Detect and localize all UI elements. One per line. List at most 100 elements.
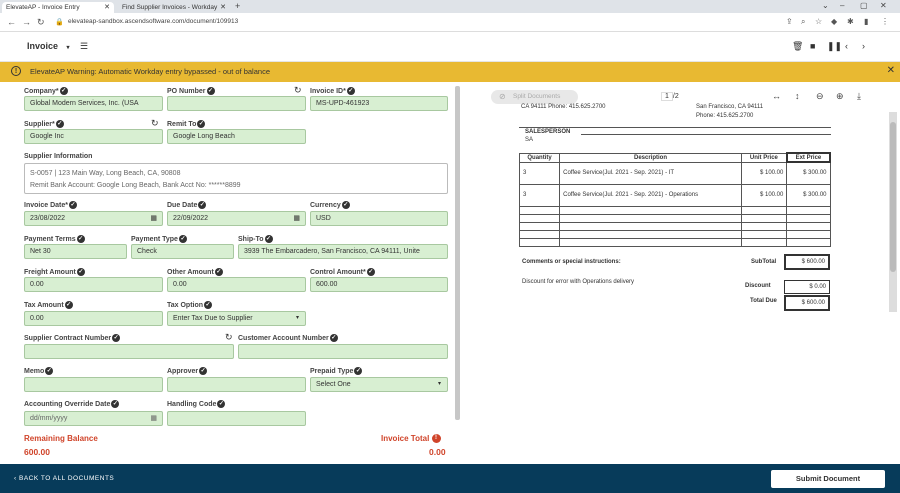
- url-text[interactable]: elevateap-sandbox.ascendsoftware.com/doc…: [68, 18, 238, 25]
- trash-icon[interactable]: 🗑: [792, 41, 803, 52]
- zoom-out-icon[interactable]: ⊖: [816, 91, 824, 102]
- po-number-field[interactable]: [167, 96, 306, 111]
- forward-arrow-icon[interactable]: →: [22, 17, 31, 27]
- maximize-icon[interactable]: ▢: [860, 1, 868, 10]
- puzzle-icon[interactable]: ✱: [847, 17, 854, 26]
- sidebar-icon[interactable]: ▮: [864, 17, 868, 26]
- submit-document-button[interactable]: Submit Document: [771, 470, 885, 488]
- customer-account-number-field[interactable]: [238, 344, 448, 359]
- document-type-select[interactable]: Invoice ▾: [27, 41, 70, 51]
- minimize-icon[interactable]: –: [840, 1, 844, 10]
- tab-label: Find Supplier Invoices - Workday: [122, 4, 218, 11]
- calendar-icon: ▦: [293, 215, 300, 222]
- pdf-scrollbar[interactable]: [889, 112, 897, 312]
- check-icon: ✓: [111, 400, 120, 408]
- tab-label: ElevateAP - Invoice Entry: [6, 4, 80, 11]
- pause-icon[interactable]: ❚❚: [827, 41, 842, 52]
- other-amount-field[interactable]: 0.00: [167, 277, 306, 292]
- fit-height-icon[interactable]: ↕: [795, 91, 800, 101]
- payment-type-field[interactable]: Check: [131, 244, 234, 259]
- table-cell: 3: [518, 161, 561, 185]
- close-tab-icon[interactable]: ✕: [220, 2, 226, 13]
- tax-option-select[interactable]: Enter Tax Due to Supplier ▾: [167, 311, 306, 326]
- accounting-override-date-field[interactable]: dd/mm/yyyy ▦: [24, 411, 163, 426]
- salesperson-rule: [519, 127, 831, 128]
- chevron-down-icon: ▾: [66, 45, 70, 51]
- control-amount-field[interactable]: 600.00: [310, 277, 448, 292]
- payment-terms-field[interactable]: Net 30: [24, 244, 127, 259]
- new-tab-icon[interactable]: +: [235, 1, 240, 11]
- download-icon[interactable]: ⤓: [857, 91, 861, 102]
- address-bar: ← → ↻ 🔒 elevateap-sandbox.ascendsoftware…: [0, 13, 900, 32]
- invoice-date-field[interactable]: 23/08/2022 ▦: [24, 211, 163, 226]
- currency-field[interactable]: USD: [310, 211, 448, 226]
- tab-elevateap[interactable]: ElevateAP - Invoice Entry ✕: [2, 2, 114, 13]
- extension-icon[interactable]: ◆: [831, 17, 837, 26]
- close-warning-icon[interactable]: ✕: [887, 65, 895, 76]
- supplier-contract-number-field[interactable]: [24, 344, 234, 359]
- close-tab-icon[interactable]: ✕: [104, 2, 110, 13]
- supplier-field[interactable]: Google Inc: [24, 129, 163, 144]
- po-number-label: PO Number ✓: [167, 87, 215, 95]
- ship-to-field[interactable]: 3939 The Embarcadero, San Francisco, CA …: [238, 244, 448, 259]
- invoice-id-field[interactable]: MS-UPD-461923: [310, 96, 448, 111]
- memo-label: Memo ✓: [24, 367, 54, 375]
- check-icon: ✓: [366, 268, 375, 276]
- split-documents-button[interactable]: ⊘ Split Documents: [491, 90, 578, 104]
- check-icon: ✓: [199, 367, 208, 375]
- company-field[interactable]: Global Modern Services, Inc. (USA: [24, 96, 163, 111]
- memo-field[interactable]: [24, 377, 163, 392]
- zoom-icon[interactable]: ⌕: [801, 17, 805, 27]
- check-icon: ✓: [346, 87, 355, 95]
- form-scrollbar[interactable]: [455, 86, 460, 420]
- remit-to-field[interactable]: Google Long Beach: [167, 129, 306, 144]
- company-label: Company* ✓: [24, 87, 68, 95]
- table-cell: Coffee Service(Jul. 2021 - Sep. 2021) - …: [559, 161, 742, 185]
- salesperson-rule: [581, 134, 831, 135]
- handling-code-field[interactable]: [167, 411, 306, 426]
- tax-amount-field[interactable]: 0.00: [24, 311, 163, 326]
- tab-workday[interactable]: Find Supplier Invoices - Workday ✕: [118, 2, 230, 13]
- refresh-icon[interactable]: ↻: [151, 118, 159, 129]
- table-cell: 3: [518, 183, 561, 207]
- prepaid-type-select[interactable]: Select One ▾: [310, 377, 448, 392]
- pdf-address-left: CA 94111 Phone: 415.625.2700: [521, 104, 606, 110]
- control-amount-label: Control Amount* ✓: [310, 268, 375, 276]
- fit-width-icon[interactable]: ↔: [772, 91, 781, 101]
- check-icon: ✓: [178, 235, 187, 243]
- pdf-scrollbar-thumb[interactable]: [890, 122, 896, 272]
- refresh-icon[interactable]: ↻: [294, 85, 302, 96]
- next-icon[interactable]: ›: [862, 41, 865, 51]
- supplier-label: Supplier* ✓: [24, 120, 64, 128]
- share-icon[interactable]: ⇪: [786, 17, 793, 26]
- subtotal-value: $ 600.00: [784, 254, 830, 270]
- zoom-in-icon[interactable]: ⊕: [836, 91, 844, 102]
- check-icon: ✓: [112, 334, 121, 342]
- star-icon[interactable]: ☆: [815, 17, 822, 26]
- refresh-icon[interactable]: ↻: [225, 332, 233, 343]
- invoice-date-label: Invoice Date* ✓: [24, 201, 77, 209]
- back-to-documents-link[interactable]: ‹ BACK TO ALL DOCUMENTS: [14, 475, 114, 482]
- check-icon: ✓: [198, 201, 207, 209]
- reload-icon[interactable]: ↻: [37, 17, 45, 28]
- freight-amount-field[interactable]: 0.00: [24, 277, 163, 292]
- menu-dots-icon[interactable]: ⋮: [881, 17, 889, 26]
- hamburger-menu-icon[interactable]: ☰: [80, 41, 88, 52]
- payment-type-label: Payment Type ✓: [131, 235, 187, 243]
- back-arrow-icon[interactable]: ←: [7, 17, 16, 27]
- page-number-input[interactable]: 1: [661, 92, 673, 101]
- prepaid-type-label: Prepaid Type ✓: [310, 367, 363, 375]
- window-close-icon[interactable]: ✕: [880, 1, 887, 10]
- due-date-field[interactable]: 22/09/2022 ▦: [167, 211, 306, 226]
- approver-field[interactable]: [167, 377, 306, 392]
- total-due-value: $ 600.00: [784, 295, 830, 311]
- chevron-down-icon[interactable]: ⌄: [822, 1, 829, 10]
- pdf-address-right1: San Francisco, CA 94111: [696, 104, 764, 110]
- supplier-contract-number-label: Supplier Contract Number ✓: [24, 334, 121, 342]
- stop-icon[interactable]: ■: [810, 41, 815, 51]
- approver-label: Approver ✓: [167, 367, 208, 375]
- pdf-viewer: ⊘ Split Documents 1/2 ↔ ↕ ⊖ ⊕ ⤓ CA 94111…: [461, 82, 900, 464]
- check-icon: ✓: [64, 301, 73, 309]
- previous-icon[interactable]: ‹: [845, 41, 848, 51]
- invoice-total-value: 0.00: [429, 447, 446, 457]
